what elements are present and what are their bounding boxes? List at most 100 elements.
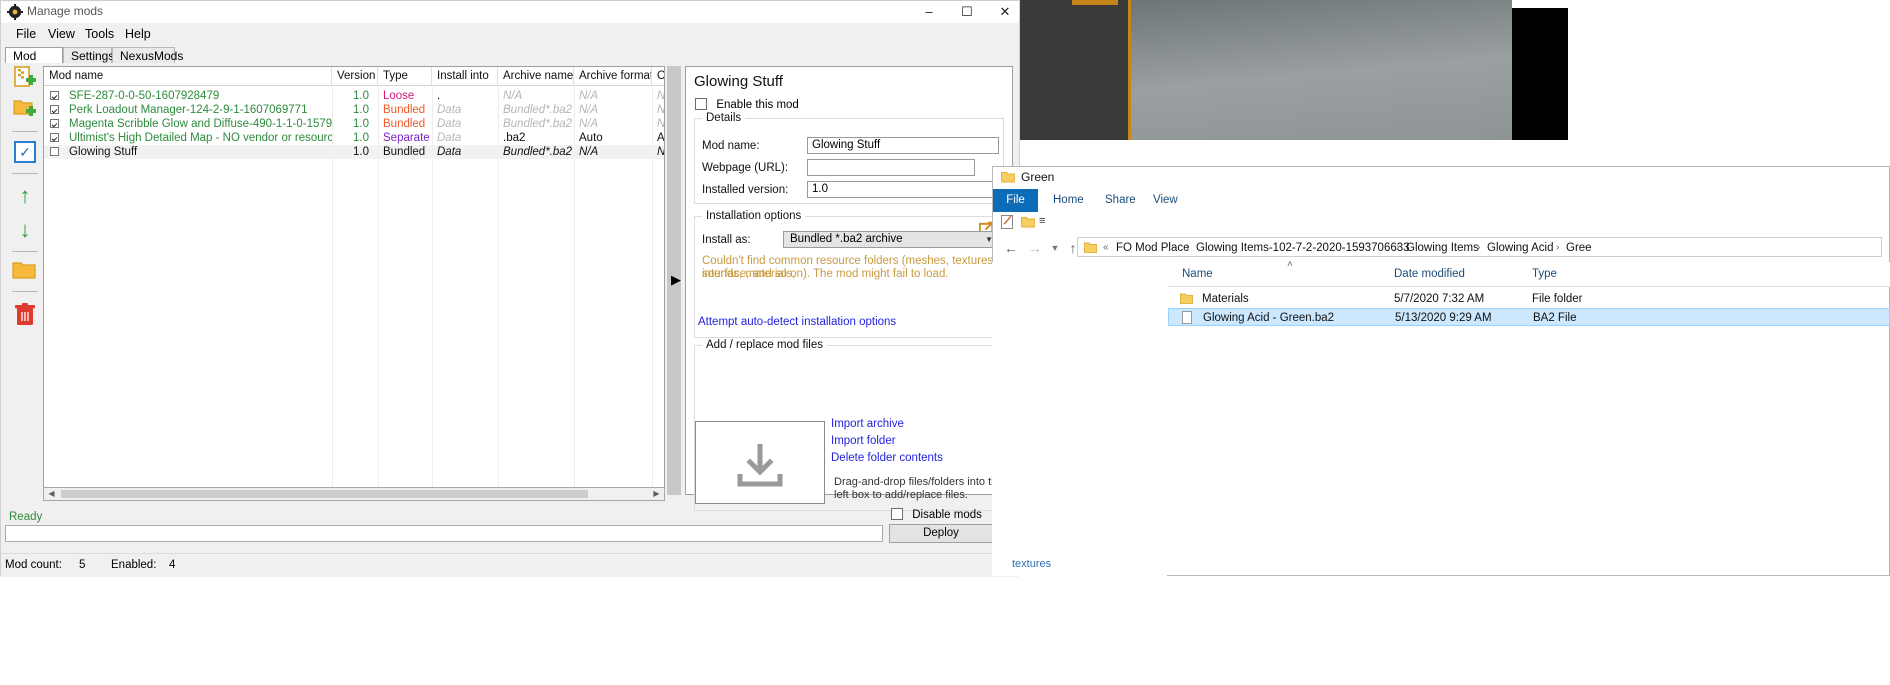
mod-order-table[interactable]: Mod name Version Type Install into Archi… [43,66,665,495]
scroll-left-icon[interactable]: ◀ [44,488,59,500]
cell-type: BA2 File [1533,312,1577,324]
row-checkbox[interactable] [50,147,59,156]
tab-mod-order[interactable]: Mod order [5,47,63,79]
installed-version-input[interactable]: 1.0 [807,181,999,198]
column-header-compression[interactable]: Compr [652,67,664,85]
breadcrumb-glowing-items[interactable]: Glowing Items [1406,240,1479,256]
deploy-button[interactable]: Deploy [889,524,993,543]
breadcrumb-sep-4: › [1556,242,1560,253]
ribbon-tab-file[interactable]: File [993,189,1038,212]
open-folder-icon[interactable] [10,259,40,289]
download-tray-icon [734,443,786,488]
column-header-type[interactable]: Type [378,67,432,85]
manage-mods-body: ✓ ↑ ↓ Mod name Version Type Install into… [1,63,1019,511]
breadcrumb-glowing-items-id[interactable]: Glowing Items-102-7-2-2020-1593706633 [1196,240,1410,256]
import-folder-link[interactable]: Import folder [831,435,896,447]
game-window-right-white [1512,0,1568,8]
new-folder-icon[interactable] [1020,216,1036,231]
forward-arrow-icon[interactable]: → [1025,238,1045,258]
list-item[interactable]: Materials 5/7/2020 7:32 AM File folder [1168,290,1890,308]
column-header-archive-name[interactable]: Archive name [498,67,574,85]
quick-access-toolbar: ≡ [993,212,1889,235]
toggle-enable-checkbox[interactable]: ✓ [14,141,36,163]
cell-version: 1.0 [353,146,369,158]
disable-mods-row[interactable]: Disable mods [891,508,982,521]
column-header-version[interactable]: Version [332,67,378,85]
tree-item-partial[interactable]: textures [1012,558,1051,570]
tab-settings[interactable]: Settings [63,47,114,64]
enable-mod-checkbox[interactable] [695,98,707,110]
move-down-icon[interactable]: ↓ [10,215,40,245]
tab-bar: Mod order Settings NexusMods [5,47,1017,79]
explorer-list-scrollbar[interactable] [1153,262,1167,576]
table-row[interactable]: Magenta Scribble Glow and Diffuse-490-1-… [44,117,664,131]
folder-icon [1000,171,1016,183]
row-checkbox[interactable] [50,91,59,100]
import-archive-link[interactable]: Import archive [831,418,904,430]
scroll-right-icon[interactable]: ▶ [649,488,664,500]
delete-folder-contents-link[interactable]: Delete folder contents [831,452,943,464]
column-header-date-modified[interactable]: Date modified [1388,262,1526,286]
table-horizontal-scrollbar[interactable]: ◀ ▶ [43,487,665,501]
add-archive-icon[interactable] [10,65,40,95]
table-row[interactable]: Glowing Stuff 1.0 Bundled Data Bundled*.… [44,145,664,159]
back-arrow-icon[interactable]: ← [1001,238,1021,258]
properties-icon[interactable] [1001,215,1015,232]
breadcrumb-glowing-acid[interactable]: Glowing Acid [1487,240,1553,256]
column-header-name[interactable]: Name [1176,262,1388,286]
explorer-titlebar[interactable]: Green [993,167,1889,189]
address-bar[interactable]: « FO Mod Place › Glowing Items-102-7-2-2… [1077,237,1882,257]
cell-version: 1.0 [353,118,369,130]
ribbon-tab-view[interactable]: View [1141,189,1190,212]
ribbon-tab-home[interactable]: Home [1041,189,1096,212]
delete-icon[interactable] [10,303,40,333]
cell-type: Bundled [383,104,426,116]
breadcrumb-fo-mod-place[interactable]: FO Mod Place [1116,240,1190,256]
menu-item-help[interactable]: Help [116,23,160,45]
column-header-install-into[interactable]: Install into [432,67,498,85]
mod-name-input[interactable]: Glowing Stuff [807,137,999,154]
column-header-archive-format[interactable]: Archive format [574,67,652,85]
status-log-field[interactable] [5,525,883,542]
webpage-url-input[interactable] [807,159,975,176]
pane-splitter[interactable]: ▶ [667,66,681,495]
install-as-select[interactable]: Bundled *.ba2 archive ▼ [783,231,999,248]
scrollbar-thumb[interactable] [61,490,588,498]
enable-mod-row[interactable]: Enable this mod [695,97,799,111]
breadcrumb-green[interactable]: Gree [1566,240,1592,256]
tab-nexusmods[interactable]: NexusMods [112,47,183,64]
recent-dropdown-icon[interactable]: ▼ [1045,238,1065,258]
table-row[interactable]: Perk Loadout Manager-124-2-9-1-160706977… [44,103,664,117]
cell-date-modified: 5/13/2020 9:29 AM [1395,312,1492,324]
cell-type: Loose [383,90,415,102]
table-row[interactable]: Ultimist's High Detailed Map - NO vendor… [44,131,664,145]
row-checkbox[interactable] [50,133,59,142]
table-row[interactable]: SFE-287-0-0-50-1607928479 1.0 Loose . N/… [44,89,664,103]
manage-mods-titlebar[interactable]: Manage mods – ☐ ✕ [1,1,1019,23]
add-folder-icon[interactable] [10,95,40,125]
move-up-icon[interactable]: ↑ [10,181,40,211]
navigation-tree-pane[interactable] [992,262,1161,576]
status-area: Ready [1,506,1019,542]
toolbar-divider-2 [12,173,38,174]
splitter-expand-icon[interactable]: ▶ [671,273,681,286]
disable-mods-checkbox[interactable] [891,508,903,520]
row-checkbox[interactable] [50,119,59,128]
customize-dropdown-icon[interactable]: ≡ [1039,215,1045,227]
enabled-value: 4 [169,559,176,571]
row-checkbox[interactable] [50,105,59,114]
breadcrumb-overflow[interactable]: « [1103,240,1109,256]
file-drop-area[interactable] [695,421,825,504]
ribbon-tab-share[interactable]: Share [1093,189,1148,212]
cell-date-modified: 5/7/2020 7:32 AM [1394,293,1485,305]
list-item[interactable]: Glowing Acid - Green.ba2 5/13/2020 9:29 … [1168,308,1890,326]
close-icon[interactable]: ✕ [982,1,1028,23]
auto-detect-link[interactable]: Attempt auto-detect installation options [698,316,896,328]
column-header-type[interactable]: Type [1526,262,1646,286]
cell-compression: N/A [657,90,665,102]
mod-name-label: Mod name: [702,140,760,152]
cell-compression: N/A [657,104,665,116]
cell-version: 1.0 [353,132,369,144]
cell-mod-name: Magenta Scribble Glow and Diffuse-490-1-… [69,118,332,130]
column-header-mod-name[interactable]: Mod name [44,67,332,85]
